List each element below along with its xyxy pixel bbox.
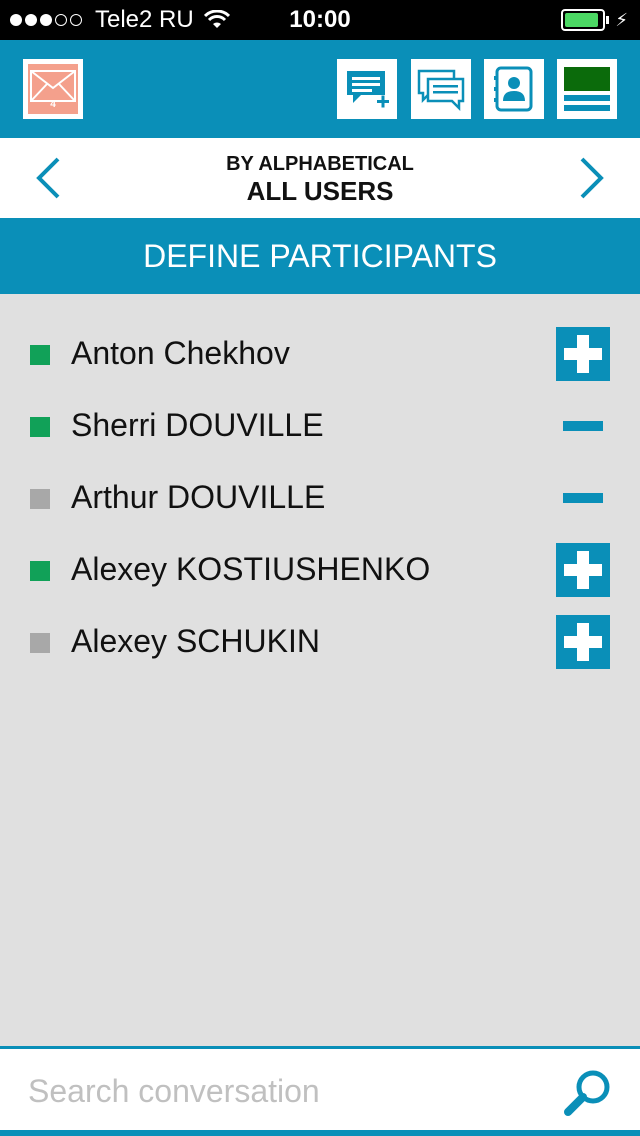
mail-button[interactable]: 4 bbox=[23, 59, 83, 119]
participant-name: Anton Chekhov bbox=[71, 335, 290, 371]
status-indicator bbox=[30, 345, 50, 365]
menu-button[interactable] bbox=[557, 59, 617, 119]
status-left: Tele2 RU bbox=[10, 6, 230, 34]
participant-name: Alexey KOSTIUSHENKO bbox=[71, 551, 431, 587]
participant-row[interactable]: Arthur DOUVILLE bbox=[0, 462, 640, 534]
status-indicator bbox=[30, 561, 50, 581]
status-indicator bbox=[30, 633, 50, 653]
add-participant-button[interactable] bbox=[556, 327, 610, 381]
new-chat-icon bbox=[347, 71, 389, 108]
add-participant-button[interactable] bbox=[556, 615, 610, 669]
plus-icon bbox=[564, 335, 602, 373]
search-bar bbox=[0, 1046, 640, 1136]
participant-row[interactable]: Sherri DOUVILLE bbox=[0, 390, 640, 462]
participant-name: Sherri DOUVILLE bbox=[71, 407, 324, 443]
add-participant-button[interactable] bbox=[556, 543, 610, 597]
participant-row[interactable]: Alexey KOSTIUSHENKO bbox=[0, 534, 640, 606]
signal-strength-icon bbox=[10, 14, 85, 26]
minus-icon bbox=[563, 421, 603, 431]
search-input[interactable] bbox=[28, 1067, 548, 1115]
battery-icon: ⚡ bbox=[561, 9, 628, 31]
search-icon bbox=[564, 1070, 610, 1116]
participant-row[interactable]: Anton Chekhov bbox=[0, 318, 640, 390]
status-indicator bbox=[30, 489, 50, 509]
top-toolbar: 4 bbox=[0, 40, 640, 138]
search-button[interactable] bbox=[562, 1067, 614, 1119]
remove-participant-button[interactable] bbox=[556, 399, 610, 453]
minus-icon bbox=[563, 493, 603, 503]
section-title: DEFINE PARTICIPANTS bbox=[0, 218, 640, 294]
unread-badge: 4 bbox=[50, 99, 56, 110]
status-indicator bbox=[30, 417, 50, 437]
contacts-button[interactable] bbox=[484, 59, 544, 119]
envelope-icon bbox=[30, 70, 76, 102]
next-filter-button[interactable] bbox=[572, 154, 612, 202]
participant-list: Anton Chekhov Sherri DOUVILLE Arthur DOUVI… bbox=[0, 318, 640, 678]
charging-icon: ⚡ bbox=[615, 9, 628, 30]
participant-row[interactable]: Alexey SCHUKIN bbox=[0, 606, 640, 678]
conversations-button[interactable] bbox=[411, 59, 471, 119]
remove-participant-button[interactable] bbox=[556, 471, 610, 525]
plus-icon bbox=[564, 623, 602, 661]
conversations-icon bbox=[417, 69, 465, 111]
chevron-right-icon bbox=[580, 157, 604, 199]
new-chat-button[interactable] bbox=[337, 59, 397, 119]
group-label: ALL USERS bbox=[246, 176, 394, 206]
sort-label: BY ALPHABETICAL bbox=[226, 153, 414, 175]
participant-name: Alexey SCHUKIN bbox=[71, 623, 320, 659]
filter-bar: BY ALPHABETICAL ALL USERS bbox=[0, 138, 640, 218]
contacts-icon bbox=[494, 66, 533, 112]
plus-icon bbox=[564, 551, 602, 589]
wifi-icon bbox=[203, 10, 230, 28]
status-bar: Tele2 RU 10:00 ⚡ bbox=[0, 0, 640, 40]
menu-icon bbox=[564, 67, 610, 111]
carrier-name: Tele2 RU bbox=[95, 6, 194, 33]
participant-name: Arthur DOUVILLE bbox=[71, 479, 326, 515]
